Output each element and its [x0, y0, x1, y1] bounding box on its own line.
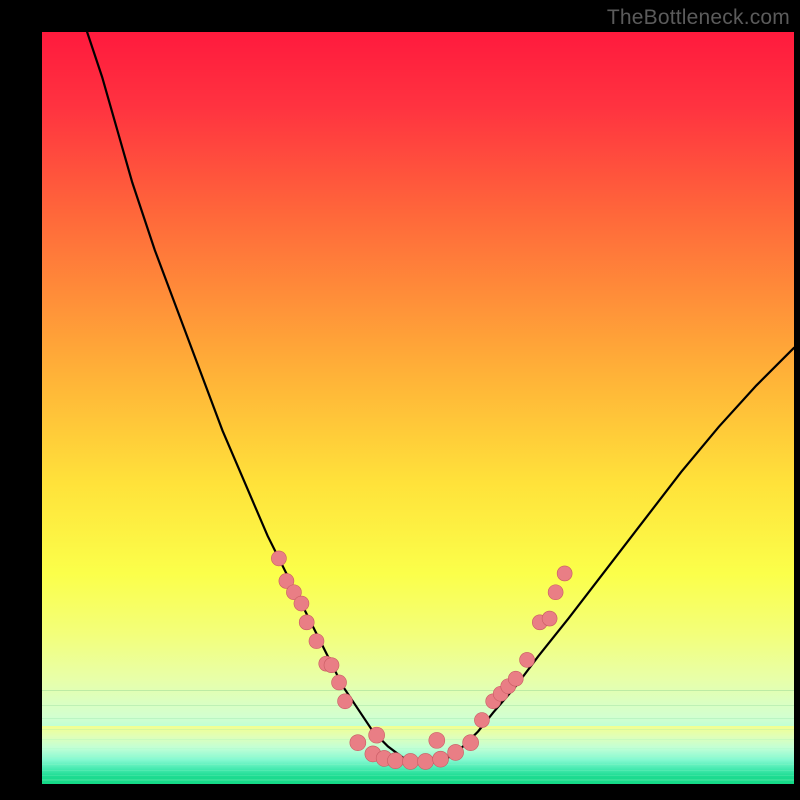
data-marker: [299, 615, 314, 630]
data-marker: [324, 658, 339, 673]
data-marker: [508, 671, 523, 686]
data-marker: [548, 585, 563, 600]
bottleneck-curve: [87, 32, 794, 761]
data-marker: [474, 713, 489, 728]
data-marker: [433, 751, 449, 767]
data-marker: [294, 596, 309, 611]
data-marker: [429, 732, 445, 748]
data-marker: [271, 551, 286, 566]
data-marker: [338, 694, 353, 709]
chart-frame: TheBottleneck.com: [0, 0, 800, 800]
watermark-label: TheBottleneck.com: [607, 6, 790, 30]
data-marker: [520, 652, 535, 667]
data-marker: [463, 735, 479, 751]
data-marker: [448, 744, 464, 760]
data-marker: [387, 753, 403, 769]
data-marker: [542, 611, 557, 626]
data-markers: [271, 551, 572, 770]
data-marker: [369, 727, 385, 743]
data-marker: [418, 753, 434, 769]
data-marker: [332, 675, 347, 690]
plot-area: [42, 32, 794, 784]
data-marker: [350, 735, 366, 751]
data-marker: [309, 634, 324, 649]
data-marker: [557, 566, 572, 581]
curve-layer: [42, 32, 794, 784]
data-marker: [402, 753, 418, 769]
